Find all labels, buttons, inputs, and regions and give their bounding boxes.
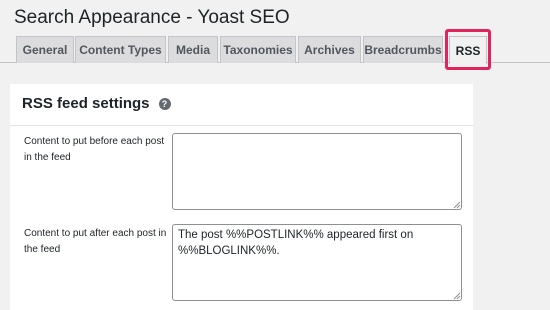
rss-settings-heading-text: RSS feed settings (22, 95, 150, 112)
tab-breadcrumbs[interactable]: Breadcrumbs (363, 36, 443, 63)
rss-settings-heading: RSS feed settings ? (22, 95, 171, 112)
question-circle-icon[interactable]: ? (158, 97, 171, 110)
tab-general[interactable]: General (16, 36, 74, 63)
rss-settings-panel: RSS feed settings ? Content to put befor… (10, 84, 473, 310)
after-post-label: Content to put after each post in the fe… (24, 228, 167, 255)
tab-media[interactable]: Media (168, 36, 218, 63)
tab-content-types[interactable]: Content Types (75, 36, 166, 63)
tab-archives[interactable]: Archives (298, 36, 361, 63)
tab-bar: General Content Types Media Taxonomies A… (0, 36, 550, 64)
before-post-textarea[interactable] (172, 133, 462, 210)
tab-rss[interactable]: RSS (449, 36, 487, 64)
panel-divider (10, 125, 473, 126)
after-post-textarea[interactable] (172, 224, 462, 301)
yoast-search-appearance-page: Search Appearance - Yoast SEO General Co… (0, 0, 550, 310)
tab-taxonomies[interactable]: Taxonomies (220, 36, 296, 63)
page-title: Search Appearance - Yoast SEO (14, 7, 290, 28)
before-post-label: Content to put before each post in the f… (24, 136, 165, 163)
